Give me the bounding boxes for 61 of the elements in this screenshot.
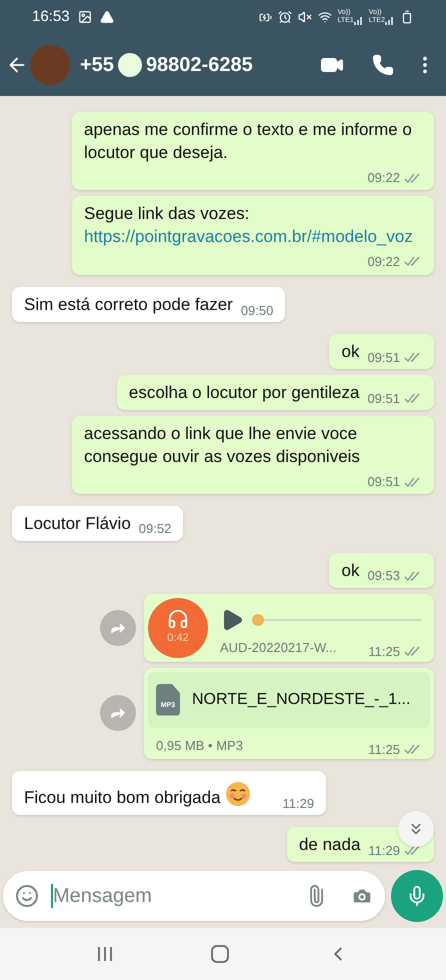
- message-time: 09:53: [367, 567, 400, 585]
- audio-progress-thumb[interactable]: [252, 614, 264, 626]
- message-time: 09:22: [367, 169, 400, 187]
- double-check-icon: [404, 646, 422, 656]
- status-time: 16:53: [32, 6, 70, 27]
- message-input-field[interactable]: Mensagem: [3, 871, 385, 921]
- headphones-icon: [167, 608, 189, 630]
- message-placeholder: Mensagem: [53, 884, 152, 909]
- message-text: escolha o locutor por gentileza: [128, 382, 360, 404]
- emoji-icon[interactable]: [15, 884, 39, 908]
- audio-file-name: AUD-20220217-W...: [220, 638, 336, 656]
- message-text: Segue link das vozes: https://pointgravacoes.com.br/#modelo_voz: [84, 202, 414, 248]
- home-icon[interactable]: [211, 945, 229, 963]
- double-check-icon: [404, 476, 422, 487]
- double-check-icon: [404, 744, 422, 754]
- message-link[interactable]: https://pointgravacoes.com.br/#modelo_voz: [84, 226, 413, 246]
- smiling-emoji-icon: [224, 781, 251, 807]
- message-text: Sim está correto pode fazer: [24, 294, 233, 316]
- document-info: 0,95 MB • MP3: [156, 736, 243, 754]
- double-check-icon: [404, 570, 422, 581]
- signal-icon: [385, 15, 394, 25]
- message-time: 09:51: [367, 390, 400, 408]
- document-file-name: NORTE_E_NORDESTE_-_1...: [192, 690, 410, 710]
- message-time: 11:29: [282, 794, 314, 812]
- contact-phone-number[interactable]: 98802-6285: [146, 50, 253, 80]
- message-time: 11:25: [368, 740, 400, 758]
- message-time: 09:50: [240, 302, 274, 320]
- message-time: 09:22: [367, 252, 400, 270]
- signal-icon: [354, 15, 363, 25]
- audio-progress-track[interactable]: [252, 614, 422, 626]
- battery-icon: [400, 10, 414, 24]
- wifi-icon: [318, 10, 332, 24]
- message-text: acessando o link que lhe envie voce consegue ouvir as vozes disponiveis: [84, 423, 361, 468]
- audio-duration: 0:42: [167, 631, 189, 646]
- message-time: 09:51: [367, 473, 400, 491]
- message-time: 11:29: [368, 842, 400, 860]
- message-text: apenas me confirme o texto e me informe o locutor que deseja.: [84, 119, 413, 164]
- message-text: Ficou muito bom obrigada: [24, 787, 221, 809]
- phone-prefix[interactable]: +55: [80, 50, 114, 80]
- message-text: ok: [341, 560, 360, 582]
- voice-message-button[interactable]: [391, 870, 443, 922]
- double-check-icon: [404, 352, 422, 362]
- recent-apps-icon[interactable]: [97, 946, 113, 962]
- message-time: 09:52: [138, 520, 172, 538]
- image-icon: [78, 10, 92, 24]
- double-check-icon: [404, 393, 422, 404]
- warning-icon: [100, 10, 114, 24]
- alarm-icon: [278, 10, 292, 24]
- message-time: 11:25: [368, 642, 400, 660]
- message-text: Locutor Flávio: [24, 512, 131, 534]
- double-check-icon: [404, 172, 422, 183]
- redaction-mark: [118, 53, 142, 77]
- double-check-icon: [404, 256, 422, 266]
- battery-saver-icon: [258, 10, 272, 24]
- mute-icon: [298, 10, 312, 24]
- scroll-down-button[interactable]: [398, 811, 434, 847]
- double-check-icon: [404, 845, 422, 856]
- message-text: de nada: [298, 834, 360, 856]
- message-time: 09:51: [367, 348, 400, 366]
- phone-call-icon[interactable]: [372, 54, 394, 76]
- message-text: ok: [341, 341, 360, 363]
